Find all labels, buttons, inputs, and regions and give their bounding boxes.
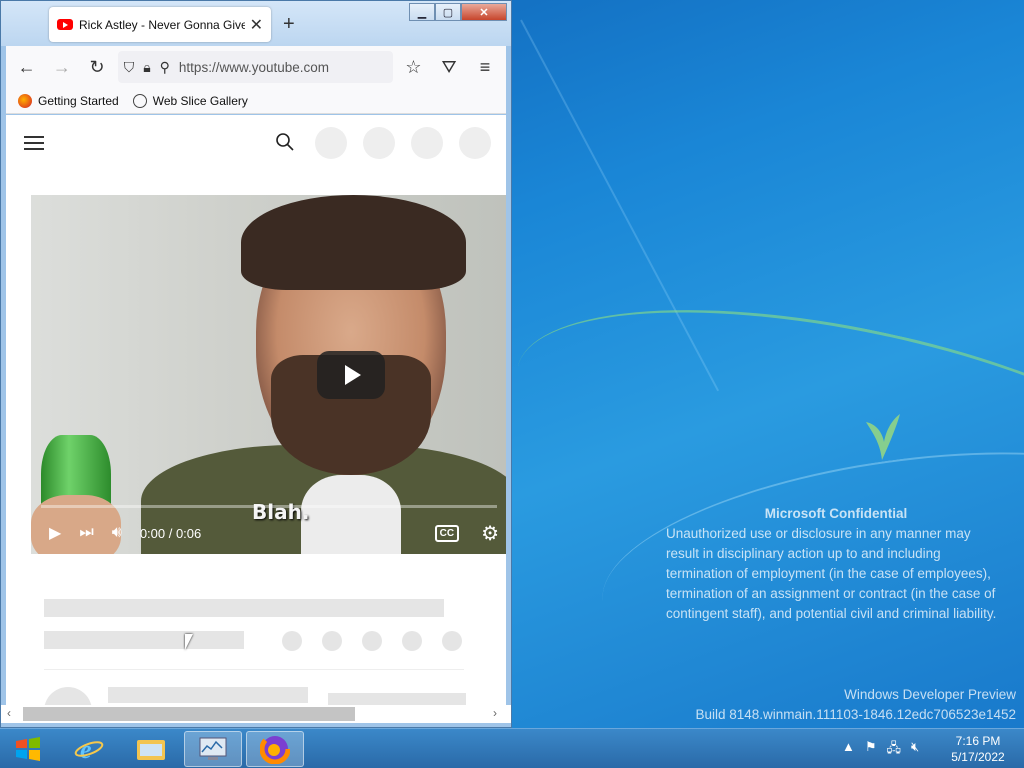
subscribe-placeholder	[328, 693, 466, 705]
permissions-icon[interactable]: ⚲	[160, 59, 170, 76]
tab-close-icon[interactable]: ✕	[250, 15, 263, 35]
volume-icon[interactable]: 🔊︎	[112, 524, 122, 542]
network-icon[interactable]: 🖧︎	[887, 739, 902, 761]
channel-avatar-placeholder	[44, 687, 92, 705]
bookmark-web-slice-gallery[interactable]: Web Slice Gallery	[132, 93, 248, 108]
windows-logo-icon	[16, 737, 40, 761]
video-progress-bar[interactable]	[41, 505, 497, 508]
taskbar-clock[interactable]: 7:16 PM 5/17/2022	[940, 733, 1016, 765]
horizontal-scrollbar[interactable]: ‹ ›	[1, 705, 511, 723]
monitor-icon	[199, 737, 227, 760]
close-window-button[interactable]: ✕	[461, 3, 507, 21]
navigation-toolbar: ← → ↻ ⛉ 🔒︎ ⚲ https://www.youtube.com ☆ ⛛…	[6, 46, 506, 88]
new-tab-button[interactable]: +	[283, 13, 295, 36]
internet-explorer-icon: e	[74, 735, 104, 764]
header-placeholder-circle	[459, 127, 491, 159]
firefox-icon	[18, 93, 32, 108]
mouse-cursor-icon	[185, 634, 193, 650]
page-content: Blah. ▶ ⏭︎ 🔊︎ 0:00 / 0:06 CC ⚙	[6, 115, 506, 705]
back-button[interactable]: ←	[12, 52, 41, 82]
taskbar: e ▲ ⚑ 🖧︎ 🔇︎ 7:16 PM 5/17/2022	[0, 728, 1024, 768]
bookmark-label: Getting Started	[38, 93, 119, 108]
action-placeholder	[282, 631, 302, 651]
search-icon[interactable]	[276, 133, 294, 151]
build-info: Windows Developer Preview Build 8148.win…	[695, 685, 1016, 725]
channel-name-placeholder	[108, 687, 308, 703]
confidential-watermark: Microsoft Confidential Unauthorized use …	[666, 504, 1006, 624]
app-menu-icon[interactable]: ≡	[470, 52, 500, 82]
taskbar-performance-monitor[interactable]	[184, 731, 242, 767]
window-titlebar[interactable]: Rick Astley - Never Gonna Give You Up ✕ …	[1, 1, 511, 46]
video-player[interactable]: Blah. ▶ ⏭︎ 🔊︎ 0:00 / 0:06 CC ⚙	[31, 195, 506, 554]
bookmark-getting-started[interactable]: Getting Started	[18, 93, 119, 108]
firefox-icon	[260, 734, 290, 764]
taskbar-firefox[interactable]	[246, 731, 304, 767]
system-tray: ▲ ⚑ 🖧︎ 🔇︎	[842, 739, 919, 761]
pocket-icon[interactable]: ⛛	[434, 52, 464, 82]
reload-button[interactable]: ↻	[82, 52, 111, 82]
bookmarks-toolbar: Getting Started Web Slice Gallery	[6, 88, 506, 114]
svg-text:e: e	[80, 735, 92, 764]
scrollbar-thumb[interactable]	[23, 707, 355, 721]
player-controls: ▶ ⏭︎ 🔊︎ 0:00 / 0:06 CC ⚙	[31, 513, 506, 553]
build-line-1: Windows Developer Preview	[844, 687, 1016, 702]
large-play-button[interactable]	[317, 351, 385, 399]
watermark-title: Microsoft Confidential	[764, 506, 908, 521]
action-placeholder	[322, 631, 342, 651]
action-center-flag-icon[interactable]: ⚑	[865, 739, 877, 761]
build-line-2: Build 8148.winmain.111103-1846.12edc7065…	[695, 707, 1016, 722]
taskbar-file-explorer[interactable]	[122, 731, 180, 767]
wallpaper-leaf-icon	[866, 414, 900, 460]
clock-time: 7:16 PM	[955, 734, 1001, 748]
video-time: 0:00 / 0:06	[139, 525, 202, 541]
address-bar[interactable]: ⛉ 🔒︎ ⚲ https://www.youtube.com	[117, 51, 393, 83]
header-placeholder-circle	[315, 127, 347, 159]
shield-icon[interactable]: ⛉	[124, 59, 135, 76]
start-button[interactable]	[6, 731, 50, 767]
hamburger-menu-icon[interactable]	[24, 132, 44, 154]
folder-icon	[137, 740, 165, 760]
minimize-button[interactable]: ▁	[409, 3, 435, 21]
bookmark-label: Web Slice Gallery	[152, 93, 248, 108]
browser-tab-active[interactable]: Rick Astley - Never Gonna Give You Up ✕	[49, 7, 271, 42]
url-text[interactable]: https://www.youtube.com	[179, 60, 387, 75]
action-placeholder	[362, 631, 382, 651]
tab-title: Rick Astley - Never Gonna Give You Up	[79, 17, 245, 32]
action-placeholder	[402, 631, 422, 651]
show-hidden-icons-icon[interactable]: ▲	[842, 739, 855, 761]
divider	[44, 669, 464, 670]
header-placeholder-circle	[363, 127, 395, 159]
subtitle-placeholder	[44, 631, 244, 649]
lock-icon[interactable]: 🔒︎	[143, 59, 150, 76]
window-controls: ▁ ▢ ✕	[409, 3, 507, 21]
captions-button[interactable]: CC	[434, 524, 460, 542]
bookmark-star-icon[interactable]: ☆	[399, 52, 428, 82]
action-placeholder	[442, 631, 462, 651]
scroll-right-arrow-icon[interactable]: ›	[493, 706, 497, 720]
firefox-window: Rick Astley - Never Gonna Give You Up ✕ …	[0, 0, 512, 728]
watermark-body: Unauthorized use or disclosure in any ma…	[666, 526, 997, 621]
scroll-left-arrow-icon[interactable]: ‹	[7, 706, 11, 720]
clock-date: 5/17/2022	[951, 750, 1005, 764]
taskbar-internet-explorer[interactable]: e	[60, 731, 118, 767]
play-icon[interactable]: ▶	[49, 523, 61, 543]
header-placeholder-circle	[411, 127, 443, 159]
title-placeholder	[44, 599, 444, 617]
maximize-button[interactable]: ▢	[435, 3, 461, 21]
volume-muted-icon[interactable]: 🔇︎	[911, 739, 919, 761]
forward-button[interactable]: →	[47, 52, 76, 82]
youtube-header	[6, 115, 506, 171]
youtube-favicon-icon	[57, 19, 73, 30]
settings-gear-icon[interactable]: ⚙	[481, 521, 499, 546]
next-icon[interactable]: ⏭︎	[79, 524, 93, 542]
globe-icon	[132, 93, 147, 108]
